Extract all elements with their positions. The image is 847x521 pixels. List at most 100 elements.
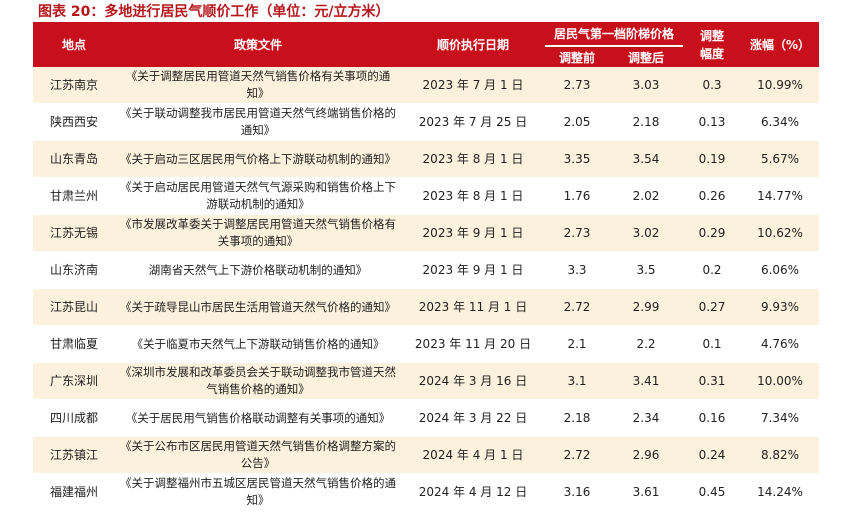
table-row: 福建福州 《关于调整福州市五城区居民管道天然气销售价格的通知》 2024 年 4 月… <box>33 473 820 511</box>
cell-change: 0.2 <box>683 251 742 289</box>
cell-region: 福建福州 <box>33 473 115 511</box>
cell-date: 2024 年 4 月 1 日 <box>401 436 545 474</box>
cell-price-before: 3.16 <box>545 473 609 511</box>
cell-price-before: 3.1 <box>545 362 609 400</box>
cell-price-before: 2.05 <box>545 103 609 141</box>
cell-change: 0.27 <box>683 288 742 326</box>
cell-region: 山东济南 <box>33 251 115 289</box>
cell-change: 0.3 <box>683 67 742 104</box>
table-row: 江苏无锡 《市发展改革委关于调整居民用管道天然气销售价格有关事项的通知》 2023 … <box>33 214 820 252</box>
header-change: 调整幅度 <box>683 22 742 67</box>
cell-pct: 9.93% <box>741 288 820 326</box>
cell-price-after: 2.2 <box>609 325 684 363</box>
cell-policy: 《深圳市发展和改革委员会关于联动调整我市管道天然气销售价格的通知》 <box>115 362 401 400</box>
cell-policy: 《关于疏导昆山市居民生活用管道天然气价格的通知》 <box>115 288 401 326</box>
table-body: 江苏南京 《关于调整居民用管道天然气销售价格有关事项的通知》 2023 年 7 月 … <box>33 67 820 511</box>
header-change-label: 调整幅度 <box>700 28 725 61</box>
table-row: 甘肃临夏 《关于临夏市天然气上下游联动销售价格的通知》 2023 年 11 月 20… <box>33 325 820 363</box>
cell-pct: 7.34% <box>741 399 820 437</box>
figure-title: 图表 20：多地进行居民气顺价工作（单位：元/立方米） <box>38 4 390 20</box>
cell-pct: 10.99% <box>741 67 820 104</box>
cell-change: 0.13 <box>683 103 742 141</box>
cell-date: 2023 年 8 月 1 日 <box>401 177 545 215</box>
cell-price-after: 2.99 <box>609 288 684 326</box>
cell-date: 2023 年 7 月 25 日 <box>401 103 545 141</box>
cell-price-before: 2.72 <box>545 436 609 474</box>
cell-pct: 5.67% <box>741 140 820 178</box>
header-after: 调整后 <box>609 46 684 67</box>
cell-policy: 《关于公布市区居民用管道天然气销售价格调整方案的公告》 <box>115 436 401 474</box>
cell-change: 0.19 <box>683 140 742 178</box>
cell-date: 2024 年 4 月 12 日 <box>401 473 545 511</box>
header-pct: 涨幅（%） <box>741 22 820 67</box>
table-row: 陕西西安 《关于联动调整我市居民用管道天然气终端销售价格的通知》 2023 年 7 … <box>33 103 820 141</box>
cell-policy: 《关于临夏市天然气上下游联动销售价格的通知》 <box>115 325 401 363</box>
cell-region: 四川成都 <box>33 399 115 437</box>
cell-date: 2023 年 9 月 1 日 <box>401 214 545 252</box>
cell-pct: 14.77% <box>741 177 820 215</box>
table-row: 甘肃兰州 《关于启动居民用管道天然气气源采购和销售价格上下游联动机制的通知》 202… <box>33 177 820 215</box>
cell-policy: 《关于居民用气销售价格联动调整有关事项的通知》 <box>115 399 401 437</box>
cell-policy: 《关于调整福州市五城区居民管道天然气销售价格的通知》 <box>115 473 401 511</box>
cell-policy: 《关于启动居民用管道天然气气源采购和销售价格上下游联动机制的通知》 <box>115 177 401 215</box>
table-row: 江苏南京 《关于调整居民用管道天然气销售价格有关事项的通知》 2023 年 7 月 … <box>33 67 820 104</box>
header-tier-price: 居民气第一档阶梯价格 <box>545 22 684 47</box>
table-row: 山东济南 湖南省天然气上下游价格联动机制的通知》 2023 年 9 月 1 日 3.3… <box>33 251 820 289</box>
cell-price-before: 2.18 <box>545 399 609 437</box>
cell-date: 2023 年 11 月 20 日 <box>401 325 545 363</box>
cell-price-after: 3.5 <box>609 251 684 289</box>
cell-price-before: 3.35 <box>545 140 609 178</box>
cell-price-after: 2.34 <box>609 399 684 437</box>
cell-price-after: 3.03 <box>609 67 684 104</box>
cell-change: 0.45 <box>683 473 742 511</box>
table-header: 地点 政策文件 顺价执行日期 居民气第一档阶梯价格 调整幅度 涨幅（%） 调整前… <box>33 22 820 67</box>
table-row: 山东青岛 《关于启动三区居民用气价格上下游联动机制的通知》 2023 年 8 月 1… <box>33 140 820 178</box>
cell-region: 山东青岛 <box>33 140 115 178</box>
table-row: 四川成都 《关于居民用气销售价格联动调整有关事项的通知》 2024 年 3 月 22… <box>33 399 820 437</box>
cell-price-after: 2.02 <box>609 177 684 215</box>
cell-date: 2024 年 3 月 16 日 <box>401 362 545 400</box>
cell-region: 陕西西安 <box>33 103 115 141</box>
cell-region: 江苏南京 <box>33 67 115 104</box>
cell-pct: 10.00% <box>741 362 820 400</box>
cell-pct: 10.62% <box>741 214 820 252</box>
cell-price-before: 2.1 <box>545 325 609 363</box>
cell-price-after: 2.18 <box>609 103 684 141</box>
cell-policy: 《关于联动调整我市居民用管道天然气终端销售价格的通知》 <box>115 103 401 141</box>
header-region: 地点 <box>33 22 115 67</box>
cell-price-before: 3.3 <box>545 251 609 289</box>
cell-date: 2023 年 11 月 1 日 <box>401 288 545 326</box>
cell-date: 2023 年 9 月 1 日 <box>401 251 545 289</box>
cell-price-before: 2.72 <box>545 288 609 326</box>
cell-price-before: 2.73 <box>545 67 609 104</box>
cell-region: 江苏无锡 <box>33 214 115 252</box>
cell-pct: 14.24% <box>741 473 820 511</box>
page: 图表 20：多地进行居民气顺价工作（单位：元/立方米） 地点 政策文件 顺价执行… <box>0 0 847 521</box>
cell-change: 0.24 <box>683 436 742 474</box>
cell-change: 0.29 <box>683 214 742 252</box>
cell-change: 0.16 <box>683 399 742 437</box>
cell-pct: 8.82% <box>741 436 820 474</box>
cell-pct: 4.76% <box>741 325 820 363</box>
cell-policy: 湖南省天然气上下游价格联动机制的通知》 <box>115 251 401 289</box>
cell-change: 0.26 <box>683 177 742 215</box>
cell-policy: 《市发展改革委关于调整居民用管道天然气销售价格有关事项的通知》 <box>115 214 401 252</box>
header-date: 顺价执行日期 <box>401 22 545 67</box>
cell-pct: 6.34% <box>741 103 820 141</box>
cell-change: 0.31 <box>683 362 742 400</box>
cell-policy: 《关于启动三区居民用气价格上下游联动机制的通知》 <box>115 140 401 178</box>
cell-date: 2023 年 8 月 1 日 <box>401 140 545 178</box>
table-row: 江苏昆山 《关于疏导昆山市居民生活用管道天然气价格的通知》 2023 年 11 月 … <box>33 288 820 326</box>
cell-price-after: 3.54 <box>609 140 684 178</box>
cell-region: 广东深圳 <box>33 362 115 400</box>
cell-region: 甘肃兰州 <box>33 177 115 215</box>
cell-price-after: 3.41 <box>609 362 684 400</box>
cell-pct: 6.06% <box>741 251 820 289</box>
cell-date: 2024 年 3 月 22 日 <box>401 399 545 437</box>
table-row: 广东深圳 《深圳市发展和改革委员会关于联动调整我市管道天然气销售价格的通知》 202… <box>33 362 820 400</box>
cell-price-before: 2.73 <box>545 214 609 252</box>
cell-price-before: 1.76 <box>545 177 609 215</box>
cell-date: 2023 年 7 月 1 日 <box>401 67 545 104</box>
price-adjustment-table: 地点 政策文件 顺价执行日期 居民气第一档阶梯价格 调整幅度 涨幅（%） 调整前… <box>33 22 820 511</box>
cell-region: 江苏昆山 <box>33 288 115 326</box>
